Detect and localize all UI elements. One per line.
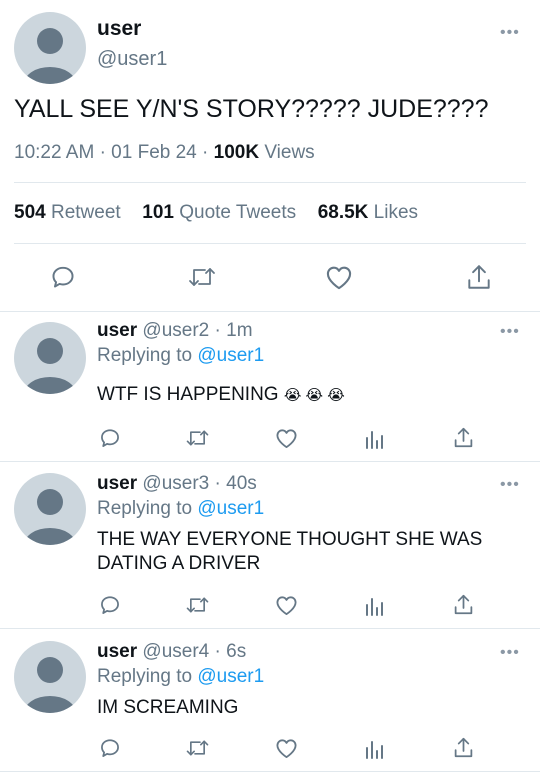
retweets-label: Retweet	[50, 202, 121, 223]
reply-icon[interactable]	[50, 264, 76, 290]
retweets-stat[interactable]: 504 Retweet	[14, 202, 121, 223]
tweet-time: 10:22 AM	[14, 142, 95, 163]
quotes-label: Quote Tweets	[179, 202, 297, 223]
analytics-icon[interactable]	[364, 737, 384, 759]
reply-icon[interactable]	[99, 594, 121, 616]
reply-header: user @user3 · 40s	[97, 473, 257, 495]
display-name[interactable]: user	[97, 17, 141, 41]
display-name[interactable]: user	[97, 473, 137, 494]
retweets-count: 504	[14, 202, 46, 223]
retweet-icon[interactable]	[185, 594, 210, 616]
divider	[0, 461, 540, 462]
tweet-date: 01 Feb 24	[111, 142, 197, 163]
divider	[14, 182, 526, 183]
analytics-icon[interactable]	[364, 427, 384, 449]
like-icon[interactable]	[275, 594, 298, 616]
like-icon[interactable]	[275, 427, 298, 449]
reply-header: user @user2 · 1m	[97, 320, 253, 342]
like-icon[interactable]	[325, 264, 353, 290]
more-icon[interactable]: •••	[500, 645, 520, 661]
views-count: 100K	[213, 142, 260, 163]
divider	[0, 311, 540, 312]
more-icon[interactable]: •••	[500, 25, 520, 41]
reply-text-line: IM SCREAMING	[97, 697, 239, 718]
replying-label: Replying to	[97, 498, 193, 519]
reply-time: 1m	[226, 320, 253, 341]
tweet-stats: 504 Retweet 101 Quote Tweets 68.5K Likes	[14, 202, 418, 224]
share-icon[interactable]	[453, 736, 474, 759]
share-icon[interactable]	[453, 593, 474, 616]
avatar[interactable]	[14, 641, 86, 713]
divider	[0, 628, 540, 629]
reply-text-line: WTF IS HAPPENING	[97, 384, 279, 405]
reply-text-line: DATING A DRIVER	[97, 553, 261, 574]
handle[interactable]: @user1	[97, 48, 167, 71]
replying-to: Replying to @user1	[97, 666, 264, 688]
quotes-count: 101	[142, 202, 174, 223]
avatar[interactable]	[14, 322, 86, 394]
replying-label: Replying to	[97, 666, 193, 687]
share-icon[interactable]	[466, 263, 492, 291]
replying-to: Replying to @user1	[97, 498, 264, 520]
share-icon[interactable]	[453, 426, 474, 449]
separator: ·	[214, 641, 221, 662]
replying-to-link[interactable]: @user1	[197, 498, 264, 519]
display-name[interactable]: user	[97, 641, 137, 662]
avatar[interactable]	[14, 12, 86, 84]
retweet-icon[interactable]	[185, 737, 210, 759]
reply-icon[interactable]	[99, 427, 121, 449]
avatar[interactable]	[14, 473, 86, 545]
separator: ·	[99, 142, 106, 163]
divider	[0, 771, 540, 772]
reply-icon[interactable]	[99, 737, 121, 759]
likes-label: Likes	[373, 202, 419, 223]
handle[interactable]: @user2	[142, 320, 209, 341]
divider	[14, 243, 526, 244]
display-name[interactable]: user	[97, 320, 137, 341]
likes-count: 68.5K	[317, 202, 369, 223]
likes-stat[interactable]: 68.5K Likes	[318, 202, 418, 223]
tweet-text: YALL SEE Y/N'S STORY????? JUDE????	[14, 95, 489, 123]
retweet-icon[interactable]	[187, 264, 217, 290]
more-icon[interactable]: •••	[500, 324, 520, 340]
reply-time: 40s	[226, 473, 257, 494]
replying-to-link[interactable]: @user1	[197, 345, 264, 366]
like-icon[interactable]	[275, 737, 298, 759]
retweet-icon[interactable]	[185, 427, 210, 449]
more-icon[interactable]: •••	[500, 477, 520, 493]
reply-text: WTF IS HAPPENING 😭 😭 😭	[97, 384, 345, 406]
separator: ·	[214, 320, 221, 341]
handle[interactable]: @user3	[142, 473, 209, 494]
reply-time: 6s	[226, 641, 247, 662]
handle[interactable]: @user4	[142, 641, 209, 662]
reply-text-line: THE WAY EVERYONE THOUGHT SHE WAS	[97, 529, 483, 550]
reply-header: user @user4 · 6s	[97, 641, 246, 663]
replying-label: Replying to	[97, 345, 193, 366]
tweet-meta: 10:22 AM · 01 Feb 24 · 100K Views	[14, 142, 315, 164]
crying-emoji: 😭 😭 😭	[283, 387, 345, 404]
separator: ·	[202, 142, 209, 163]
quotes-stat[interactable]: 101 Quote Tweets	[142, 202, 296, 223]
analytics-icon[interactable]	[364, 594, 384, 616]
replying-to-link[interactable]: @user1	[197, 666, 264, 687]
separator: ·	[214, 473, 221, 494]
views-label: Views	[264, 142, 315, 163]
replying-to: Replying to @user1	[97, 345, 264, 367]
